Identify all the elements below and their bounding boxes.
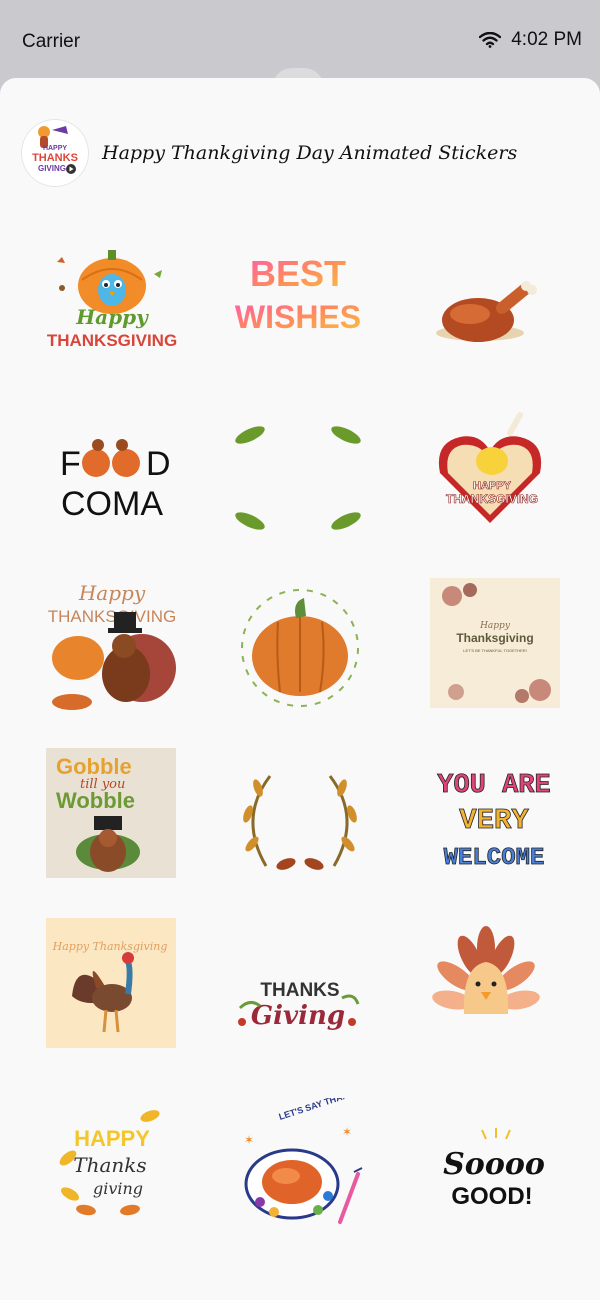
sticker-card-thanksgiving: Thanksgiving [456,631,533,645]
sticker-food-coma[interactable]: F D COMA [42,403,182,543]
sticker-welcome-text: WELCOME [444,845,545,872]
sticker-happy-text: Happy [75,305,149,329]
sticker-best-text: BEST [250,253,346,294]
pack-icon-text-mid: THANKS [32,152,78,164]
pack-header: HAPPY THANKS GIVING Happy Thankgiving Da… [22,120,517,186]
sticker-soooo-good[interactable]: Soooo GOOD! [426,1098,566,1238]
sticker-happy-thanks-giving-leaves[interactable]: HAPPY Thanks giving [46,1098,186,1238]
sticker-card-happy: Happy [479,621,511,631]
sticker-wishes-text: WISHES [235,299,361,335]
sticker-cartoon-turkey[interactable] [426,918,566,1058]
sticker-roast-turkey[interactable] [420,228,560,368]
sticker-gobble-text: Gobble [56,754,132,779]
sticker-badge-thanksgiving: THANKSGIVING [446,492,538,506]
sticker-gobble-till-you-wobble[interactable]: Gobble till you Wobble [46,748,186,888]
sticker-happy-thanksgiving-badge[interactable]: HAPPY THANKSGIVING [420,403,560,543]
pack-title: Happy Thankgiving Day Animated Stickers [102,142,518,164]
pack-icon: HAPPY THANKS GIVING [22,120,88,186]
sticker-happy-thanksgiving-bird[interactable]: Happy THANKSGIVING [42,228,182,368]
carrier-label: Carrier [22,31,81,52]
sticker-giving-text: Giving [251,1001,345,1031]
sticker-soooo-text: Soooo [443,1147,545,1182]
svg-text:✶: ✶ [244,1133,254,1147]
sticker-leaf-frame[interactable] [230,403,370,543]
sticker-card-subtitle: LET'S BE THANKFUL TOGETHER! [463,648,527,653]
sticker-lets-say-thanks[interactable]: LET'S SAY THANKS! ✶ ✶ [230,1098,370,1238]
sticker-very-text: VERY [459,804,529,837]
sticker-lets-say-thanks-text: LET'S SAY THANKS! [278,1098,365,1122]
sticker-coma-text: COMA [61,485,163,523]
sticker-leaves-giving: giving [93,1179,143,1198]
sticker-happy-thanksgiving-turkey-card[interactable]: Happy Thanksgiving [46,918,186,1058]
sticker-badge-happy: HAPPY [473,480,512,492]
sticker-pilgrim-happy: Happy [78,581,146,605]
sticker-wobble-text: Wobble [56,788,135,813]
sticker-thanksgiving-floral-card[interactable]: Happy Thanksgiving LET'S BE THANKFUL TOG… [430,578,570,718]
sticker-good-text: GOOD! [451,1183,532,1210]
sticker-leaves-thanks: Thanks [73,1153,146,1177]
sticker-turkey-card-text: Happy Thanksgiving [52,940,168,953]
svg-text:✶: ✶ [342,1125,352,1139]
sticker-pilgrim-turkey[interactable]: Happy THANKSGIVING [42,578,182,718]
sticker-pilgrim-thanksgiving: THANKSGIVING [48,607,176,626]
pack-icon-text-top: HAPPY [43,145,67,152]
sticker-best-wishes[interactable]: BEST WISHES [230,228,370,368]
sticker-you-are-very-welcome[interactable]: YOU ARE VERY WELCOME [424,748,564,888]
sticker-thanksgiving-text: THANKSGIVING [47,331,177,350]
sticker-leaves-happy: HAPPY [74,1126,150,1151]
wifi-icon [479,32,502,48]
sticker-pack-sheet[interactable]: HAPPY THANKS GIVING Happy Thankgiving Da… [0,78,600,1300]
sticker-food-d: D [146,445,171,483]
clock: 4:02 PM [511,29,582,50]
sticker-thanks-text: THANKS [260,980,339,1001]
pack-icon-text-bot: GIVING [38,164,66,173]
status-right: 4:02 PM [479,29,582,51]
sticker-thanks-giving-lettering[interactable]: THANKS Giving [230,918,370,1058]
sticker-food-f: F [60,445,81,483]
sticker-autumn-wreath[interactable] [230,748,370,888]
sticker-you-are-text: YOU ARE [437,771,550,801]
sticker-pumpkin-wreath[interactable] [230,578,370,718]
